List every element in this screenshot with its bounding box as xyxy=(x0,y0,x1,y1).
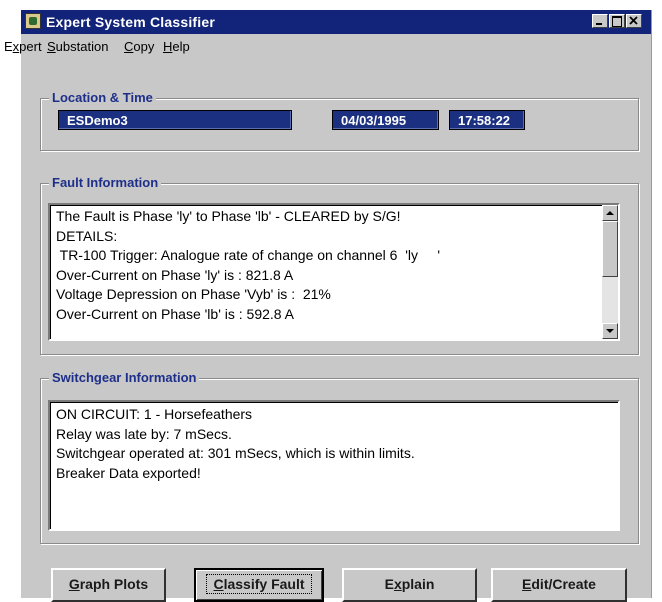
graph-plots-button[interactable]: Graph Plots xyxy=(51,568,166,602)
date-field[interactable]: 04/03/1995 xyxy=(332,110,439,130)
close-icon xyxy=(629,16,638,25)
fault-line: Over-Current on Phase 'ly' is : 821.8 A xyxy=(56,266,294,283)
location-time-label: Location & Time xyxy=(49,90,156,105)
fault-info-textbox[interactable]: The Fault is Phase 'ly' to Phase 'lb' - … xyxy=(48,203,620,341)
fault-line: DETAILS: xyxy=(56,227,118,244)
classify-fault-button[interactable]: Classify Fault xyxy=(194,568,324,602)
minimize-button[interactable] xyxy=(592,14,608,28)
focus-ring: Classify Fault xyxy=(206,574,312,594)
window-title: Expert System Classifier xyxy=(46,14,215,30)
app-icon[interactable] xyxy=(25,13,41,29)
explain-button[interactable]: Explain xyxy=(342,568,477,602)
minimize-icon xyxy=(596,23,602,25)
menu-substation[interactable]: Substation xyxy=(47,39,108,54)
switchgear-line: Switchgear operated at: 301 mSecs, which… xyxy=(56,445,415,461)
fault-line: Voltage Depression on Phase 'Vyb' is : 2… xyxy=(56,286,331,302)
switchgear-info-label: Switchgear Information xyxy=(49,370,200,385)
arrow-up-icon xyxy=(606,211,614,215)
switchgear-line: Breaker Data exported! xyxy=(56,464,201,481)
fault-line: TR-100 Trigger: Analogue rate of change … xyxy=(56,247,441,263)
location-time-group: Location & Time ESDemo3 04/03/1995 17:58… xyxy=(40,90,639,151)
switchgear-line: ON CIRCUIT: 1 - Horsefeathers xyxy=(56,406,253,422)
menu-expert[interactable]: Expert xyxy=(4,39,42,54)
scroll-thumb[interactable] xyxy=(602,221,618,277)
fault-scrollbar[interactable] xyxy=(602,205,618,339)
scroll-down-button[interactable] xyxy=(602,323,618,339)
app-window: Expert System Classifier Expert Substati… xyxy=(4,10,652,602)
switchgear-line: Relay was late by: 7 mSecs. xyxy=(56,425,232,442)
fault-line: The Fault is Phase 'ly' to Phase 'lb' - … xyxy=(56,208,401,224)
maximize-button[interactable] xyxy=(609,14,625,28)
arrow-down-icon xyxy=(606,329,614,333)
title-bar[interactable]: Expert System Classifier xyxy=(21,10,651,34)
time-field[interactable]: 17:58:22 xyxy=(449,110,525,130)
location-field[interactable]: ESDemo3 xyxy=(58,110,292,130)
fault-info-label: Fault Information xyxy=(49,175,162,190)
edit-create-button[interactable]: Edit/Create xyxy=(491,568,627,602)
scroll-up-button[interactable] xyxy=(602,205,618,221)
maximize-icon xyxy=(612,16,622,27)
menu-copy[interactable]: Copy xyxy=(124,39,154,54)
switchgear-info-group: Switchgear Information ON CIRCUIT: 1 - H… xyxy=(40,370,639,544)
menu-help[interactable]: Help xyxy=(163,39,190,54)
fault-info-group: Fault Information The Fault is Phase 'ly… xyxy=(40,175,639,355)
fault-line: Over-Current on Phase 'lb' is : 592.8 A xyxy=(56,305,295,322)
close-button[interactable] xyxy=(626,14,642,28)
switchgear-info-textbox[interactable]: ON CIRCUIT: 1 - Horsefeathers Relay was … xyxy=(48,400,620,531)
